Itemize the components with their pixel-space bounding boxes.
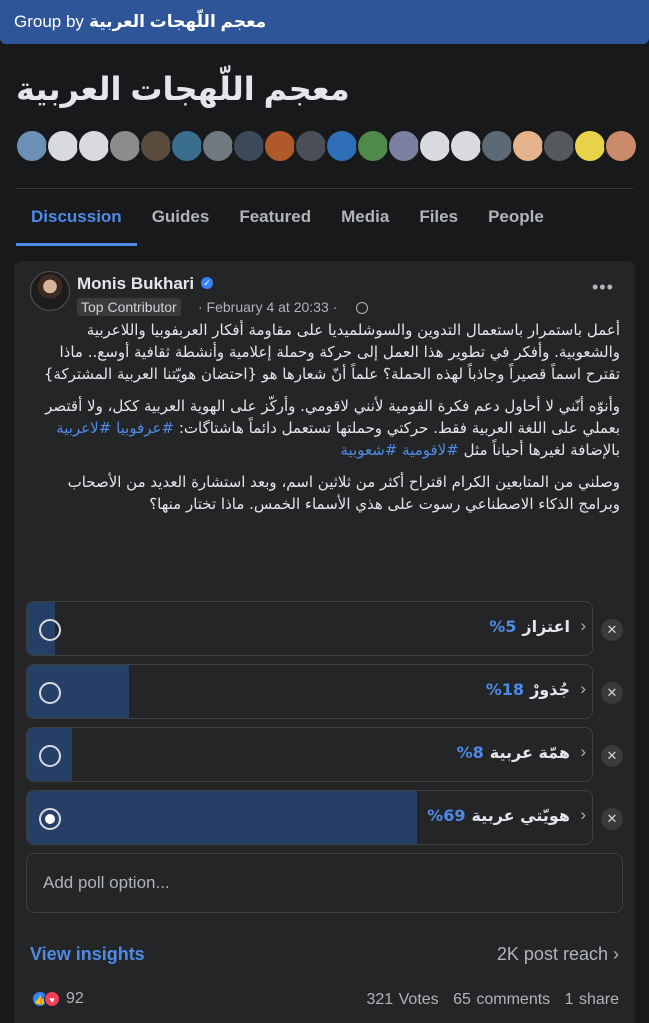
avatar-placeholder[interactable] — [77, 129, 111, 163]
tab-people[interactable]: People — [473, 190, 559, 246]
poll-percent: 5% — [489, 617, 517, 636]
poll-radio-selected[interactable] — [39, 808, 61, 830]
chevron-right-icon[interactable]: › — [580, 805, 586, 825]
avatar[interactable] — [15, 129, 49, 163]
remove-option-icon[interactable]: ✕ — [601, 745, 623, 767]
avatar[interactable] — [573, 129, 607, 163]
avatar[interactable] — [325, 129, 359, 163]
header-divider — [16, 188, 633, 189]
avatar[interactable] — [356, 129, 390, 163]
top-contributor-badge[interactable]: Top Contributor — [77, 298, 181, 316]
poll-percent: 18% — [485, 680, 525, 699]
avatar[interactable] — [542, 129, 576, 163]
poll-option[interactable]: هويّتي عربية 69% › — [26, 790, 593, 845]
tab-discussion[interactable]: Discussion — [16, 190, 137, 246]
tab-featured[interactable]: Featured — [224, 190, 326, 246]
poll-option[interactable]: همّة عربية 8% › — [26, 727, 593, 782]
hashtag-link[interactable]: #عرفوبيا #لاعربية — [56, 419, 174, 437]
group-header-bar: Group by معجم اللّهجات العربية — [0, 0, 649, 44]
post-reach[interactable]: 2K post reach › — [497, 944, 619, 965]
post-paragraph-text: بالإضافة لغيرها أحياناً مثل — [463, 441, 620, 459]
avatar[interactable] — [263, 129, 297, 163]
group-by-label: Group by — [14, 12, 84, 31]
reactions-summary[interactable]: 👍 ♥ 92 — [32, 990, 84, 1008]
hashtag-link[interactable]: #لاقومية #شعوبية — [341, 441, 459, 459]
avatar-placeholder[interactable] — [46, 129, 80, 163]
avatar[interactable] — [511, 129, 545, 163]
chevron-right-icon: › — [613, 944, 619, 964]
poll-option-text: هويّتي عربية — [471, 806, 570, 825]
poll-option-label: اعتزاز 5% — [489, 617, 570, 636]
poll-radio[interactable] — [39, 619, 61, 641]
poll-percent: 8% — [456, 743, 484, 762]
post-paragraph: وأنوّه أنّني لا أحاول دعم فكرة القومية ل… — [30, 395, 620, 461]
votes-count[interactable]: 321 Votes — [367, 991, 439, 1008]
remove-option-icon[interactable]: ✕ — [601, 808, 623, 830]
group-by-name[interactable]: معجم اللّهجات العربية — [89, 12, 266, 32]
view-insights-link[interactable]: View insights — [30, 944, 145, 965]
post-card: Monis Bukhari ✓ Top Contributor · Februa… — [14, 261, 635, 1023]
poll-fill-bar — [27, 791, 417, 844]
chevron-right-icon[interactable]: › — [580, 742, 586, 762]
avatar[interactable] — [387, 129, 421, 163]
poll-option-text: اعتزاز — [522, 617, 570, 636]
avatar[interactable] — [108, 129, 142, 163]
group-tabs: Discussion Guides Featured Media Files P… — [16, 190, 559, 246]
poll-option-label: همّة عربية 8% — [457, 743, 570, 762]
avatar[interactable] — [201, 129, 235, 163]
reaction-count: 92 — [66, 990, 84, 1007]
remove-option-icon[interactable]: ✕ — [601, 682, 623, 704]
post-paragraph: وصلني من المتابعين الكرام اقتراح أكثر من… — [67, 473, 620, 513]
add-poll-option-input[interactable]: Add poll option... — [26, 853, 623, 913]
tab-files[interactable]: Files — [404, 190, 473, 246]
poll-radio[interactable] — [39, 682, 61, 704]
avatar-placeholder[interactable] — [418, 129, 452, 163]
tab-guides[interactable]: Guides — [137, 190, 225, 246]
post-reach-text: 2K post reach — [496, 944, 608, 964]
globe-icon — [356, 302, 368, 314]
post-stats: 321 Votes 65 comments 1 share — [358, 991, 620, 1009]
post-body: أعمل باستمرار باستعمال التدوين والسوشلمي… — [30, 319, 620, 525]
avatar[interactable] — [480, 129, 514, 163]
remove-option-icon[interactable]: ✕ — [601, 619, 623, 641]
post-timestamp[interactable]: · February 4 at 20:33 · — [198, 299, 337, 315]
tab-media[interactable]: Media — [326, 190, 404, 246]
author-avatar[interactable] — [30, 271, 70, 311]
poll-option[interactable]: جُذورْ 18% › — [26, 664, 593, 719]
avatar[interactable] — [604, 129, 638, 163]
love-reaction-icon: ♥ — [44, 991, 60, 1007]
shares-count[interactable]: 1 share — [565, 991, 619, 1008]
poll-percent: 69% — [427, 806, 466, 825]
poll-option-text: همّة عربية — [489, 743, 570, 762]
poll-option-text: جُذورْ — [530, 680, 570, 699]
post-paragraph: أعمل باستمرار باستعمال التدوين والسوشلمي… — [43, 321, 620, 383]
chevron-right-icon[interactable]: › — [580, 679, 586, 699]
author-name[interactable]: Monis Bukhari — [77, 274, 194, 294]
comments-count[interactable]: 65 comments — [453, 991, 550, 1008]
poll-option[interactable]: اعتزاز 5% › — [26, 601, 593, 656]
poll-option-label: جُذورْ 18% — [486, 680, 570, 699]
avatar[interactable] — [170, 129, 204, 163]
more-options-icon[interactable]: ••• — [592, 277, 614, 298]
poll-radio[interactable] — [39, 745, 61, 767]
avatar[interactable] — [294, 129, 328, 163]
avatar[interactable] — [232, 129, 266, 163]
group-title: معجم اللّهجات العربية — [16, 71, 350, 107]
member-avatars[interactable] — [15, 129, 638, 163]
avatar-placeholder[interactable] — [449, 129, 483, 163]
verified-icon: ✓ — [201, 277, 213, 289]
avatar[interactable] — [139, 129, 173, 163]
poll-option-label: هويّتي عربية 69% — [427, 806, 570, 825]
chevron-right-icon[interactable]: › — [580, 616, 586, 636]
